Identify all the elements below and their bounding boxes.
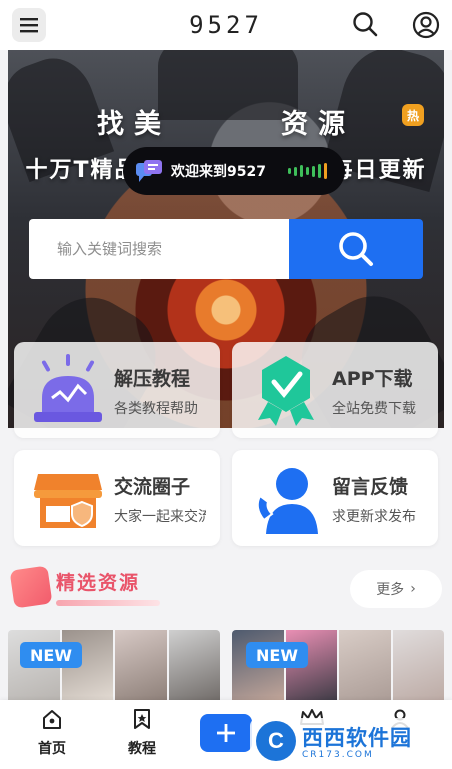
- section-underline: [56, 600, 160, 606]
- bookmark-icon: [134, 709, 150, 729]
- image-icon: [9, 565, 53, 609]
- card-feedback[interactable]: 留言反馈 求更新求发布: [232, 450, 438, 546]
- customer-service-icon: [256, 468, 318, 534]
- publish-button[interactable]: [200, 714, 252, 752]
- badge-check-icon: [258, 356, 314, 426]
- section-title: 精选资源: [56, 572, 141, 594]
- search-input[interactable]: [29, 219, 289, 279]
- user-icon[interactable]: [412, 11, 440, 39]
- watermark-subtext: CR173.COM: [302, 750, 374, 760]
- hero-title: 找美 资源: [97, 109, 355, 140]
- search-button[interactable]: [289, 219, 423, 279]
- card-community[interactable]: 交流圈子 大家一起来交流: [14, 450, 220, 546]
- card-app-download[interactable]: APP下载 全站免费下载: [232, 342, 438, 438]
- nav-tutorial[interactable]: 教程: [112, 708, 172, 758]
- hot-badge: 热: [402, 104, 424, 126]
- watermark-text: 西西软件园: [302, 726, 412, 750]
- watermark-logo: C 西西软件园 CR173.COM: [250, 718, 452, 764]
- home-icon: [43, 710, 61, 729]
- store-icon: [34, 474, 102, 528]
- alarm-light-icon: [34, 354, 102, 422]
- search-icon[interactable]: [352, 11, 378, 37]
- search-icon: [339, 232, 373, 266]
- plus-icon: [217, 724, 235, 742]
- card-tutorial[interactable]: 解压教程 各类教程帮助: [14, 342, 220, 438]
- card-title: 交流圈子: [114, 476, 191, 498]
- chat-bubble-icon: [136, 160, 162, 182]
- more-button[interactable]: 更多 ›: [350, 570, 442, 608]
- welcome-toast: 欢迎来到9527: [123, 147, 345, 195]
- nav-label: 首页: [38, 741, 66, 757]
- more-label: 更多: [376, 582, 405, 598]
- welcome-text: 欢迎来到9527: [171, 164, 266, 180]
- card-title: APP下载: [332, 368, 413, 390]
- card-desc: 大家一起来交流: [114, 509, 206, 525]
- nav-label: 教程: [128, 741, 156, 757]
- watermark-logo-mark: C: [256, 721, 296, 761]
- card-desc: 各类教程帮助: [114, 401, 198, 417]
- search-bar: [29, 219, 423, 279]
- signal-bars-icon: [287, 163, 327, 179]
- top-bar: 9527: [0, 0, 452, 50]
- card-desc: 全站免费下载: [332, 401, 416, 417]
- card-desc: 求更新求发布: [332, 509, 416, 525]
- app-page: 9527 找美资源 热 十万T精品资源，全部免费，每日更新 欢迎来到9527: [0, 0, 452, 769]
- section-header: 精选资源 更多 ›: [8, 562, 444, 612]
- new-badge: NEW: [20, 642, 82, 668]
- new-badge: NEW: [246, 642, 308, 668]
- nav-home[interactable]: 首页: [22, 708, 82, 758]
- card-title: 留言反馈: [332, 476, 409, 498]
- chevron-right-icon: ›: [410, 581, 416, 597]
- card-title: 解压教程: [114, 368, 191, 390]
